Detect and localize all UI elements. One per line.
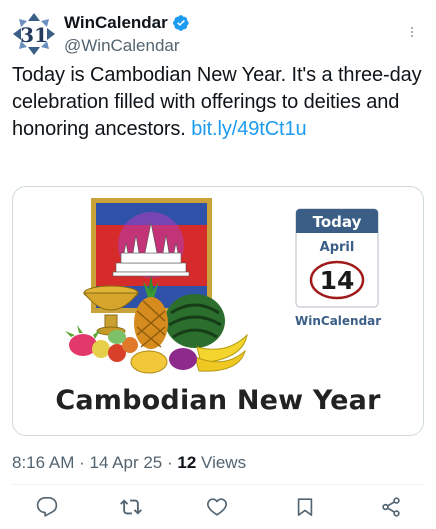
share-button[interactable] [378,494,404,520]
svg-text:April: April [320,240,355,255]
tweet-time[interactable]: 8:16 AM [12,453,74,472]
author-names: WinCalendar @WinCalendar [64,12,190,57]
wincalendar-logo-icon: 31 [12,12,56,56]
reply-icon [36,497,58,517]
divider [12,484,424,485]
bookmark-icon [297,498,313,516]
tweet-media[interactable]: Today April 14 WinCalendar Cambodian New… [12,186,424,436]
calendar-brand: WinCalendar [295,314,382,328]
views-label: Views [201,453,247,472]
more-options-icon[interactable] [402,22,422,42]
tweet-text: Today is Cambodian New Year. It's a thre… [12,62,422,143]
lime-icon [92,340,110,358]
display-name-row: WinCalendar [64,12,190,34]
svg-text:31: 31 [20,23,48,47]
repost-button[interactable] [118,494,144,520]
tweet-meta: 8:16 AM · 14 Apr 25 · 12 Views [12,453,247,472]
tweet-date[interactable]: 14 Apr 25 [89,453,162,472]
plum-icon [169,348,197,370]
reply-button[interactable] [34,494,60,520]
views-count: 12 [177,453,197,472]
share-icon [382,497,400,517]
like-button[interactable] [204,494,230,520]
banner-title: Cambodian New Year [55,385,381,416]
guava-icon [108,330,126,344]
svg-text:14: 14 [320,266,355,295]
tweet-header: 31 WinCalendar @WinCalendar [12,10,424,58]
avatar[interactable]: 31 [12,12,56,56]
bookmark-button[interactable] [292,494,318,520]
svg-text:Today: Today [313,213,362,231]
mango-icon [130,350,168,374]
author-handle[interactable]: @WinCalendar [64,35,190,57]
tweet-link[interactable]: bit.ly/49tCt1u [191,118,306,140]
verified-badge-icon [172,15,189,31]
heart-icon [207,498,227,516]
action-bar [12,494,424,522]
display-name[interactable]: WinCalendar [64,12,168,34]
calendar-widget: Today April 14 [295,208,379,308]
watermelon-icon [165,294,225,348]
repost-icon [120,499,142,515]
